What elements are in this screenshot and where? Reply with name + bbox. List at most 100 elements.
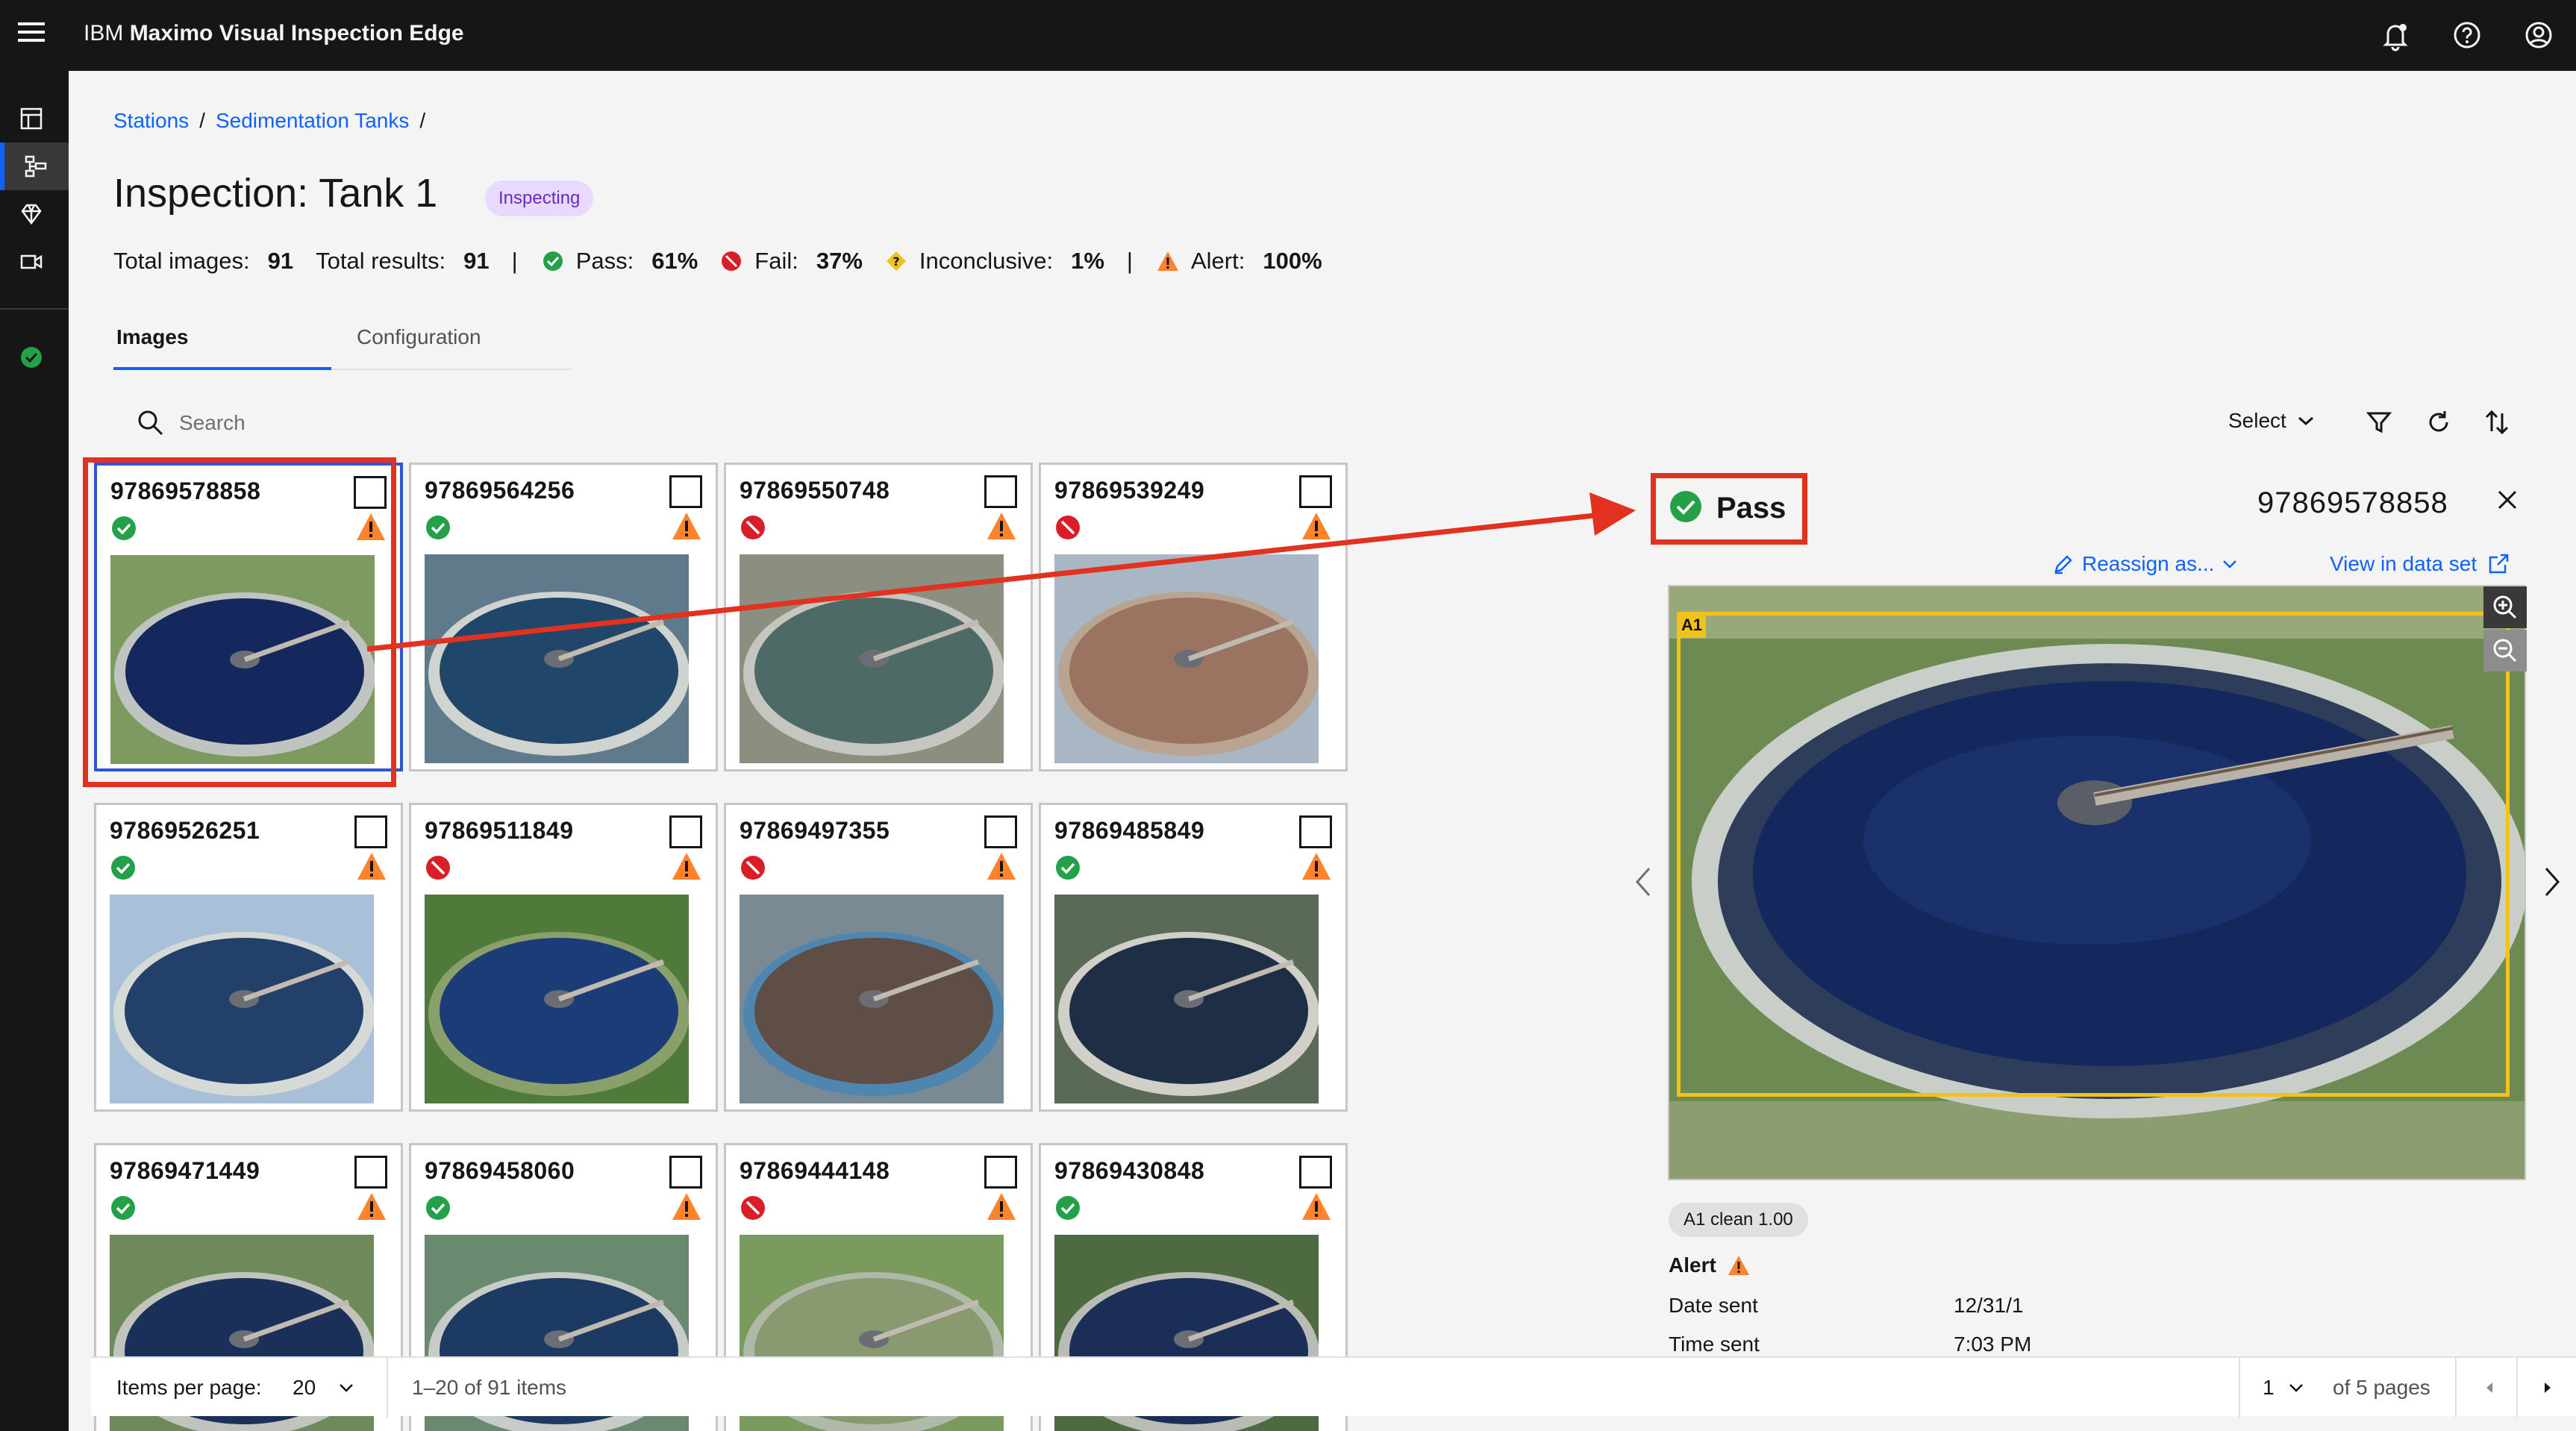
total-images-value: 91 xyxy=(267,248,294,274)
fail-label: Fail: xyxy=(754,248,798,274)
view-in-dataset-link[interactable]: View in data set xyxy=(2330,552,2510,576)
nav-dashboard[interactable] xyxy=(0,95,69,143)
search-icon xyxy=(138,410,163,436)
image-card[interactable]: 97869511849 xyxy=(409,803,718,1112)
next-image-arrow-icon[interactable] xyxy=(2543,865,2561,898)
next-page-icon[interactable] xyxy=(2537,1377,2558,1398)
stats-separator: | xyxy=(1126,248,1133,274)
label-tag: A1 clean 1.00 xyxy=(1669,1203,1808,1237)
image-card-checkbox[interactable] xyxy=(984,815,1017,848)
rail-divider xyxy=(0,308,69,310)
image-card[interactable]: 97869485849 xyxy=(1039,803,1348,1112)
image-card-checkbox[interactable] xyxy=(669,475,702,508)
detection-bounding-box[interactable] xyxy=(1677,612,2510,1097)
product-name[interactable]: IBM Maximo Visual Inspection Edge xyxy=(84,21,464,46)
select-label: Select xyxy=(2228,409,2286,432)
chevron-down-icon xyxy=(2289,1384,2303,1392)
user-avatar-icon[interactable] xyxy=(2521,17,2557,53)
select-dropdown[interactable]: Select xyxy=(2228,409,2315,433)
image-card-checkbox[interactable] xyxy=(354,1156,387,1189)
alert-icon xyxy=(1157,251,1178,271)
pass-value: 61% xyxy=(651,248,698,274)
fail-icon xyxy=(722,251,742,271)
alert-label: Alert: xyxy=(1190,248,1245,274)
filter-icon[interactable] xyxy=(2364,407,2394,437)
breadcrumb-sedimentation-tanks[interactable]: Sedimentation Tanks xyxy=(216,109,409,132)
image-card-checkbox[interactable] xyxy=(984,1156,1017,1189)
total-images-label: Total images: xyxy=(113,248,250,274)
zoom-out-icon xyxy=(2493,639,2517,663)
image-card-id: 97869550748 xyxy=(740,477,890,504)
breadcrumb-stations[interactable]: Stations xyxy=(113,109,189,132)
page-number: 1 xyxy=(2263,1376,2275,1399)
inspection-stats: Total images: 91 Total results: 91 | Pas… xyxy=(113,248,1345,275)
close-icon[interactable] xyxy=(2494,486,2521,513)
items-range: 1–20 of 91 items xyxy=(412,1376,567,1399)
image-card-checkbox[interactable] xyxy=(669,1156,702,1189)
image-card[interactable]: 97869526251 xyxy=(94,803,403,1112)
refresh-icon[interactable] xyxy=(2424,407,2454,437)
zoom-in-button[interactable] xyxy=(2483,586,2527,628)
alert-icon xyxy=(1302,853,1331,880)
pass-icon xyxy=(111,856,135,880)
pass-icon xyxy=(1670,491,1701,522)
image-card-checkbox[interactable] xyxy=(1299,1156,1332,1189)
image-card-checkbox[interactable] xyxy=(984,475,1017,508)
tab-images[interactable]: Images xyxy=(113,325,331,370)
image-card-checkbox[interactable] xyxy=(1299,475,1332,508)
zoom-in-icon xyxy=(2493,595,2517,619)
alert-icon xyxy=(672,1193,701,1220)
alert-icon xyxy=(357,1193,386,1220)
image-card-checkbox[interactable] xyxy=(1299,815,1332,848)
alert-icon xyxy=(672,513,701,539)
image-card[interactable]: 97869497355 xyxy=(724,803,1033,1112)
previous-page-icon[interactable] xyxy=(2479,1377,2500,1398)
image-card[interactable]: 97869539249 xyxy=(1039,463,1348,771)
zoom-out-button[interactable] xyxy=(2483,630,2527,671)
menu-icon[interactable] xyxy=(18,22,45,45)
search-input[interactable] xyxy=(179,407,851,439)
image-card-checkbox[interactable] xyxy=(354,815,387,848)
image-card[interactable]: 97869564256 xyxy=(409,463,718,771)
items-per-page-select[interactable]: 20 xyxy=(293,1376,354,1400)
reassign-button[interactable]: Reassign as... xyxy=(2052,552,2238,576)
dashboard-icon xyxy=(20,107,43,130)
image-card-id: 97869444148 xyxy=(740,1157,890,1184)
selection-highlight-annotation xyxy=(83,457,396,787)
image-card-checkbox[interactable] xyxy=(669,815,702,848)
alert-icon xyxy=(1728,1256,1749,1275)
pass-icon xyxy=(1056,856,1080,880)
launch-icon xyxy=(2489,554,2509,574)
notification-icon[interactable] xyxy=(2378,17,2413,53)
inconclusive-icon: ? xyxy=(886,251,906,271)
image-card-id: 97869471449 xyxy=(110,1157,260,1184)
items-per-page-value: 20 xyxy=(293,1376,316,1399)
alert-value: 100% xyxy=(1263,248,1322,274)
chevron-down-icon xyxy=(340,1384,354,1392)
time-sent-label: Time sent xyxy=(1669,1333,1760,1356)
alert-icon xyxy=(987,513,1016,539)
fail-icon xyxy=(741,856,765,880)
nav-status[interactable] xyxy=(0,334,69,381)
nav-cameras[interactable] xyxy=(0,238,69,286)
image-card[interactable]: 97869550748 xyxy=(724,463,1033,771)
previous-image-arrow-icon[interactable] xyxy=(1634,865,1652,898)
chevron-down-icon xyxy=(2223,560,2237,569)
image-card-id: 97869485849 xyxy=(1054,817,1205,844)
top-header: IBM Maximo Visual Inspection Edge xyxy=(0,0,2576,71)
nav-models[interactable] xyxy=(0,190,69,238)
fail-icon xyxy=(1056,516,1080,539)
image-card-id: 97869497355 xyxy=(740,817,890,844)
tab-configuration[interactable]: Configuration xyxy=(331,325,572,370)
image-thumbnail xyxy=(425,554,689,763)
stats-separator: | xyxy=(511,248,518,274)
page-select[interactable]: 1 xyxy=(2263,1376,2304,1400)
nav-stations[interactable] xyxy=(0,143,69,190)
alert-icon xyxy=(1302,1193,1331,1220)
inconclusive-label: Inconclusive: xyxy=(919,248,1054,274)
total-results-label: Total results: xyxy=(316,248,446,274)
sort-icon[interactable] xyxy=(2482,407,2512,437)
status-ok-icon xyxy=(21,347,42,368)
help-icon[interactable] xyxy=(2449,17,2485,53)
pass-icon xyxy=(426,1196,450,1220)
